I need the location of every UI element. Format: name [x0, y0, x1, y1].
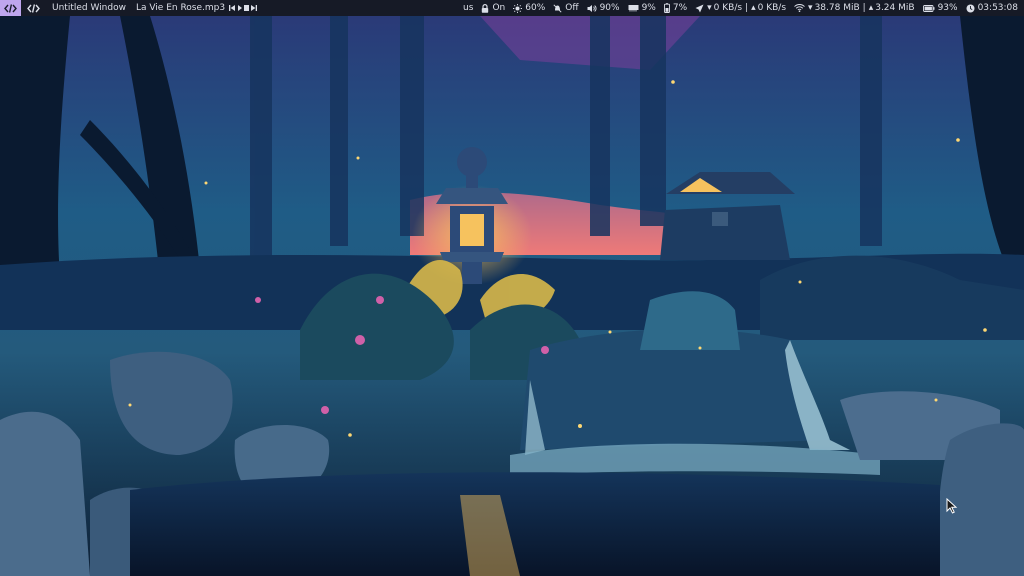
lock-icon — [481, 3, 489, 13]
mouse-cursor-icon — [946, 498, 958, 514]
window-title: Untitled Window — [52, 3, 126, 13]
separator: | — [862, 3, 866, 13]
wifi-up-value: 3.24 MiB — [875, 3, 915, 13]
dnd-value: Off — [565, 3, 579, 13]
volume-icon — [587, 4, 597, 13]
cpu-indicator[interactable]: 7% — [663, 0, 688, 16]
net-up-arrow-icon: ▴ — [751, 3, 756, 13]
wifi-indicator[interactable]: ▾ 38.78 MiB | ▴ 3.24 MiB — [794, 0, 915, 16]
net-up-value: 0 KB/s — [757, 3, 787, 13]
battery-indicator[interactable]: 93% — [922, 0, 958, 16]
workspace-button[interactable] — [0, 0, 21, 16]
keyboard-layout[interactable]: us — [463, 0, 473, 16]
battery-icon — [922, 4, 935, 12]
desktop-wallpaper — [0, 16, 1024, 576]
net-down-arrow-icon: ▾ — [707, 3, 712, 13]
cpu-icon — [663, 3, 670, 13]
stop-icon[interactable] — [244, 5, 250, 11]
brightness-indicator[interactable]: 60% — [513, 0, 545, 16]
clock[interactable]: 03:53:08 — [966, 0, 1018, 16]
clock-value: 03:53:08 — [977, 3, 1018, 13]
wifi-up-arrow-icon: ▴ — [868, 3, 874, 13]
previous-icon[interactable] — [229, 5, 236, 11]
clock-icon — [966, 4, 975, 13]
cpu-value: 7% — [672, 3, 688, 13]
memory-indicator[interactable]: 9% — [628, 0, 656, 16]
net-down-value: 0 KB/s — [713, 3, 743, 13]
wifi-down-arrow-icon: ▾ — [808, 3, 813, 13]
media-title: La Vie En Rose.mp3 — [135, 3, 226, 13]
code-icon — [4, 3, 17, 13]
volume-value: 90% — [599, 3, 620, 13]
memory-icon — [628, 4, 639, 12]
network-icon — [695, 4, 704, 13]
brightness-value: 60% — [525, 3, 546, 13]
media-controls — [229, 0, 258, 16]
wifi-down-value: 38.78 MiB — [814, 3, 860, 13]
dnd-indicator[interactable]: Off — [553, 0, 579, 16]
wooden-house — [660, 172, 795, 260]
top-status-bar: Untitled Window La Vie En Rose.mp3 us On… — [0, 0, 1024, 16]
next-icon[interactable] — [251, 5, 258, 11]
network-indicator[interactable]: ▾ 0 KB/s | ▴ 0 KB/s — [695, 0, 786, 16]
battery-value: 93% — [937, 3, 958, 13]
caps-lock-value: On — [492, 3, 506, 13]
workspace-icon-slot[interactable] — [27, 0, 40, 16]
separator: | — [745, 3, 749, 13]
play-icon[interactable] — [238, 5, 243, 11]
brightness-icon — [513, 3, 523, 13]
memory-value: 9% — [641, 3, 656, 13]
dnd-icon — [553, 3, 562, 13]
code-icon — [27, 3, 40, 13]
volume-indicator[interactable]: 90% — [587, 0, 620, 16]
caps-lock-indicator[interactable]: On — [481, 0, 505, 16]
pond — [130, 472, 940, 576]
wifi-icon — [794, 4, 805, 12]
